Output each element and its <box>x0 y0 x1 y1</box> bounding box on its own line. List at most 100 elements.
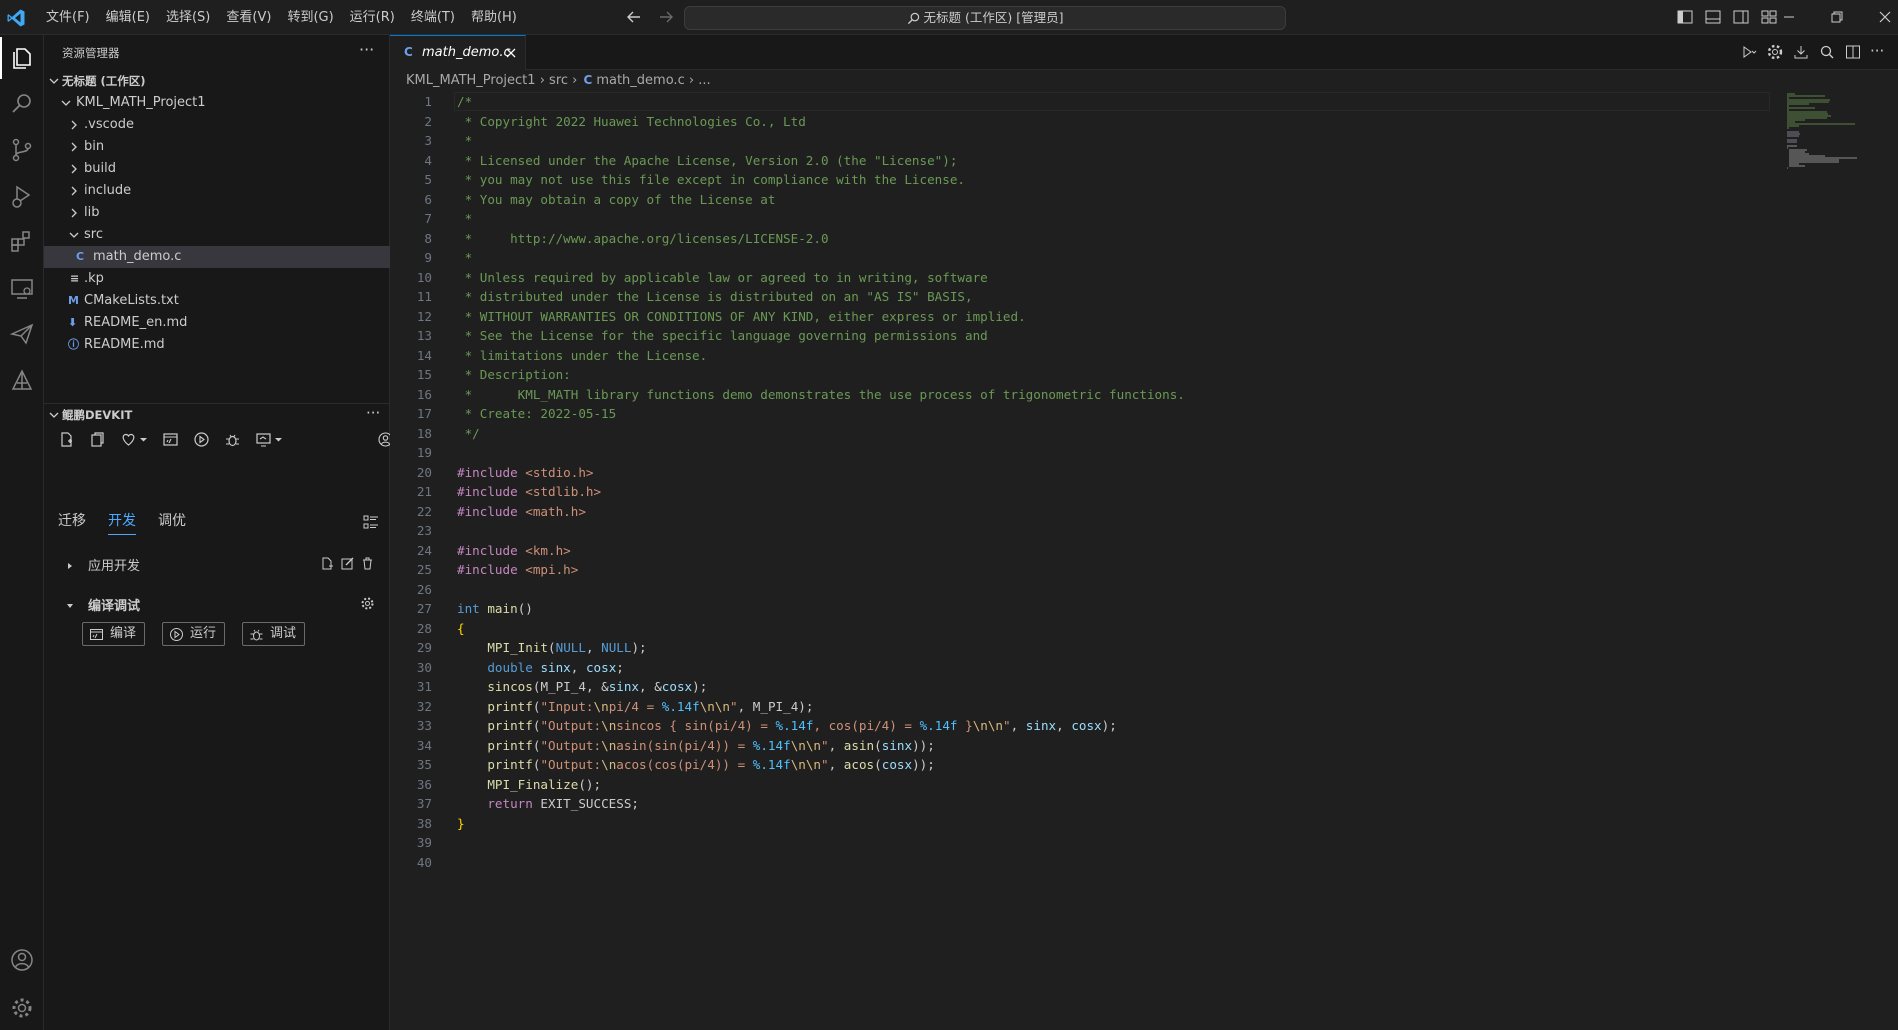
close-window-icon[interactable] <box>1876 8 1894 26</box>
tree-item-vscode[interactable]: .vscode <box>44 114 390 136</box>
tree-item-lib[interactable]: lib <box>44 202 390 224</box>
breadcrumb-symbols[interactable]: ... <box>698 73 710 88</box>
run-button[interactable]: 运行 <box>162 622 226 646</box>
compile-button[interactable]: 编译 <box>82 622 146 646</box>
menu-selection[interactable]: 选择(S) <box>158 0 218 35</box>
devkit-section-header[interactable]: 鲲鹏DEVKIT ··· <box>44 403 390 425</box>
menu-go[interactable]: 转到(G) <box>279 0 341 35</box>
breadcrumb-project[interactable]: KML_MATH_Project1 <box>406 73 536 88</box>
menu-file[interactable]: 文件(F) <box>38 0 98 35</box>
menu-run[interactable]: 运行(R) <box>342 0 403 35</box>
tree-item-include[interactable]: include <box>44 180 390 202</box>
extensions-icon[interactable] <box>7 227 37 257</box>
explorer-more-icon[interactable]: ··· <box>359 40 374 59</box>
tab-math-demo[interactable]: C math_demo.c <box>390 35 526 70</box>
close-icon[interactable] <box>504 46 518 60</box>
compile-debug-section[interactable]: 编译调试 <box>66 595 140 614</box>
new-project-icon[interactable] <box>320 556 335 571</box>
workspace-section[interactable]: 无标题 (工作区) <box>44 70 390 92</box>
minimap[interactable] <box>1785 92 1885 212</box>
command-center-search[interactable]: 无标题 (工作区) [管理员] <box>684 6 1286 30</box>
new-file-icon[interactable] <box>58 431 75 448</box>
menu-view[interactable]: 查看(V) <box>218 0 279 35</box>
devkit-kunpeng-icon[interactable] <box>7 365 37 395</box>
list-view-icon[interactable] <box>362 513 380 531</box>
tree-item-readme-en[interactable]: ⬇ README_en.md <box>44 312 390 334</box>
breadcrumb-src[interactable]: src <box>549 73 568 88</box>
app-dev-section[interactable]: 应用开发 <box>66 555 140 574</box>
back-arrow-icon[interactable] <box>625 8 643 26</box>
code-token: acos(cos(pi/4)) = <box>616 757 753 772</box>
download-icon[interactable] <box>1792 43 1810 61</box>
forward-arrow-icon[interactable] <box>657 8 675 26</box>
manage-gear-icon[interactable] <box>7 993 37 1023</box>
compile-icon[interactable] <box>162 431 179 448</box>
code-token: %.14f <box>752 757 791 772</box>
code-token: asin <box>843 738 875 753</box>
breadcrumb-separator: › <box>572 73 582 88</box>
tab-tune[interactable]: 调优 <box>158 510 186 535</box>
chevron-right-icon <box>71 142 77 152</box>
explorer-icon[interactable] <box>0 37 37 79</box>
line-number: 39 <box>416 835 432 850</box>
tree-item-build[interactable]: build <box>44 158 390 180</box>
code-token: %.14f <box>752 738 791 753</box>
edit-project-icon[interactable] <box>340 556 355 571</box>
debug-button[interactable]: 调试 <box>242 622 306 646</box>
more-actions-icon[interactable]: ··· <box>1870 43 1884 61</box>
project-folder[interactable]: KML_MATH_Project1 <box>44 92 390 114</box>
toggle-secondary-sidebar-icon[interactable] <box>1732 8 1750 26</box>
dropdown-caret-icon[interactable] <box>139 431 148 448</box>
code-token: main <box>487 601 518 616</box>
current-line-highlight <box>454 92 1770 111</box>
health-check-icon[interactable] <box>120 431 137 448</box>
remote-explorer-icon[interactable] <box>7 273 37 303</box>
c-file-icon: C <box>76 250 85 263</box>
tree-item-readme[interactable]: ⓘ README.md <box>44 334 390 356</box>
line-number: 36 <box>416 777 432 792</box>
search-icon[interactable] <box>7 89 37 119</box>
code-token: #include <box>457 543 518 558</box>
restore-icon[interactable] <box>1828 8 1846 26</box>
devkit-send-icon[interactable] <box>7 319 37 349</box>
code-token: } <box>957 718 973 733</box>
breadcrumb-file[interactable]: math_demo.c <box>596 73 684 88</box>
toggle-primary-sidebar-icon[interactable] <box>1676 8 1694 26</box>
run-debug-dropdown-icon[interactable] <box>1740 43 1758 61</box>
monitor-icon[interactable] <box>255 431 272 448</box>
menu-help[interactable]: 帮助(H) <box>463 0 525 35</box>
debug-bug-icon[interactable] <box>224 431 241 448</box>
devkit-more-icon[interactable]: ··· <box>366 404 380 422</box>
settings-gear-icon[interactable] <box>1766 43 1784 61</box>
c-file-icon: C <box>404 45 413 59</box>
tree-item-bin[interactable]: bin <box>44 136 390 158</box>
customize-layout-icon[interactable] <box>1760 8 1778 26</box>
debug-bug-icon <box>250 629 263 640</box>
tree-item-math-demo[interactable]: C math_demo.c <box>44 246 390 268</box>
menu-terminal[interactable]: 终端(T) <box>403 0 463 35</box>
tree-item-cmakelists[interactable]: M CMakeLists.txt <box>44 290 390 312</box>
chevron-right-icon <box>71 208 77 218</box>
dropdown-caret-icon[interactable] <box>274 431 283 448</box>
tab-develop[interactable]: 开发 <box>108 510 136 535</box>
tree-item-src[interactable]: src <box>44 224 390 246</box>
split-editor-icon[interactable] <box>1844 43 1862 61</box>
delete-icon[interactable] <box>360 556 375 571</box>
menu-edit[interactable]: 编辑(E) <box>98 0 158 35</box>
line-number: 16 <box>416 387 432 402</box>
toggle-panel-icon[interactable] <box>1704 8 1722 26</box>
tab-migrate[interactable]: 迁移 <box>58 510 86 535</box>
copy-file-icon[interactable] <box>89 431 106 448</box>
run-icon[interactable] <box>193 431 210 448</box>
minimize-icon[interactable] <box>1780 8 1798 26</box>
tree-item-kp[interactable]: ≡ .kp <box>44 268 390 290</box>
search-editor-icon[interactable] <box>1818 43 1836 61</box>
accounts-icon[interactable] <box>7 945 37 975</box>
run-debug-icon[interactable] <box>7 181 37 211</box>
code-token: ); <box>692 679 708 694</box>
settings-gear-icon[interactable] <box>360 596 375 611</box>
source-control-icon[interactable] <box>7 135 37 165</box>
code-line: { <box>457 619 465 638</box>
line-number: 19 <box>416 445 432 460</box>
